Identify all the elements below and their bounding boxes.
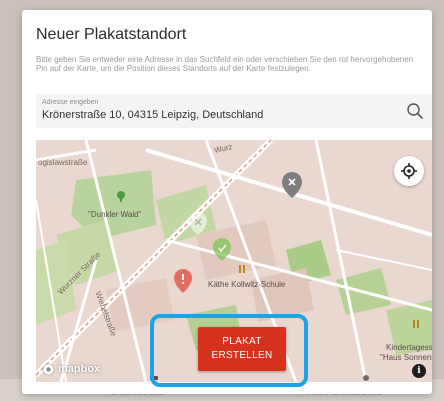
locate-button[interactable]: [394, 156, 424, 186]
search-icon[interactable]: [406, 102, 424, 120]
place-label: Käthe Kollwitz-Schule: [208, 280, 286, 289]
place-label: "Dunkler Wald": [88, 210, 142, 219]
mapbox-icon: [42, 363, 55, 375]
street-label: ogislawstraße: [38, 158, 88, 167]
create-button-line2: ERSTELLEN: [211, 350, 273, 361]
dialog-title: Neuer Plakatstandort: [36, 26, 187, 43]
address-search-field[interactable]: Adresse eingeben Krönerstraße 10, 04315 …: [36, 94, 432, 128]
address-field-label: Adresse eingeben: [42, 99, 99, 106]
map-pin-red-draggable: [174, 269, 192, 293]
create-button-line1: PLAKAT: [222, 336, 262, 347]
address-input[interactable]: Krönerstraße 10, 04315 Leipzig, Deutschl…: [42, 109, 263, 121]
dialog-description: Bitte geben Sie entweder eine Adresse in…: [36, 55, 414, 73]
mapbox-text: mapbox: [58, 363, 101, 375]
create-poster-button[interactable]: PLAKAT ERSTELLEN: [198, 327, 286, 371]
attribution-info-button[interactable]: i: [412, 364, 426, 378]
crosshair-icon: [401, 163, 417, 179]
mapbox-logo[interactable]: mapbox: [42, 362, 100, 376]
place-label: Kindertagesstätte: [386, 343, 432, 352]
poi-dot: [363, 375, 369, 381]
place-label: "Haus Sonnenblume": [380, 353, 432, 362]
